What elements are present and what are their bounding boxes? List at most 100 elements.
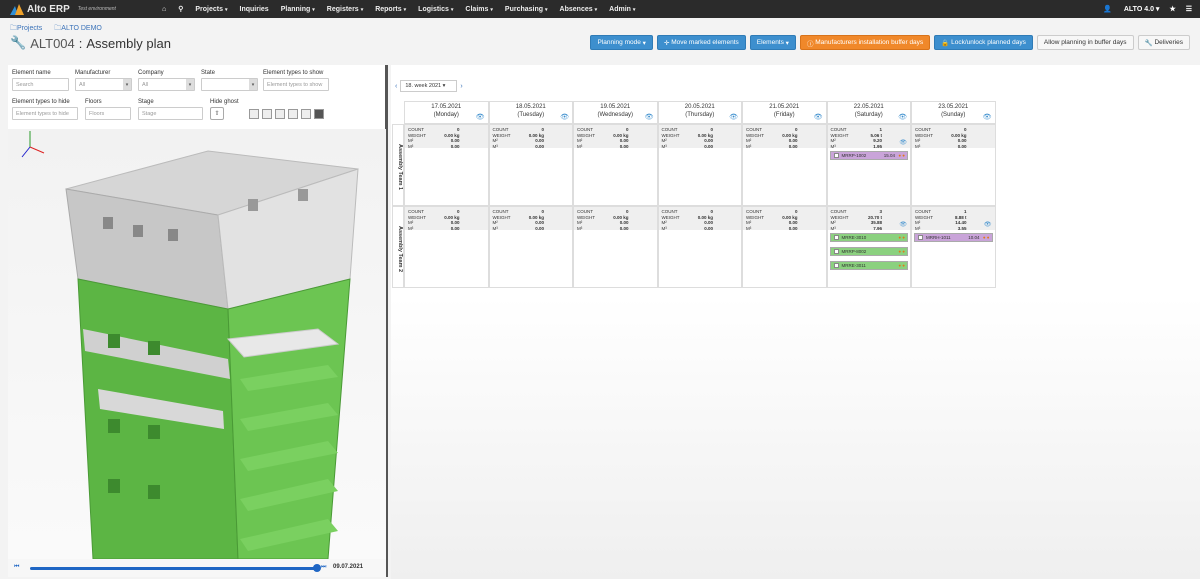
day-cell[interactable]: COUNT 0 WEIGHT 0.00 kg M² 0.00 M³ 0.00 [404, 206, 489, 288]
day-stats: COUNT 0 WEIGHT 0.00 kg M² 0.00 M³ 0.00 [658, 207, 741, 231]
view-back-icon[interactable] [301, 109, 311, 119]
stat-label: M³ [661, 143, 667, 149]
element-chip[interactable]: MRRE-3010 ● ● [829, 233, 908, 242]
search-icon[interactable]: ⚲ [178, 5, 183, 13]
lock-unlock-button[interactable]: 🔒 Lock/unlock planned days [934, 35, 1033, 50]
hide-ghost-toggle[interactable]: ⇧ [210, 107, 224, 120]
day-cell[interactable]: COUNT 0 WEIGHT 0.00 kg M² 0.00 M³ 0.00 [657, 124, 742, 206]
view-left-icon[interactable] [275, 109, 285, 119]
star-icon[interactable]: ★ [1169, 5, 1175, 13]
stage-input[interactable]: Stage [138, 107, 203, 120]
chip-label: MRRP-8002 [841, 249, 867, 254]
day-cell[interactable]: COUNT 0 WEIGHT 0.00 kg M² 0.00 M³ 0.00 [573, 124, 658, 206]
nav-claims[interactable]: Claims ▾ [465, 6, 492, 13]
types-hide-input[interactable]: Element types to hide [12, 107, 78, 120]
stat-label: M³ [746, 225, 752, 231]
eye-icon[interactable]: 👁 [560, 113, 569, 121]
nav-inquiries[interactable]: Inquiries [240, 6, 269, 13]
element-chip[interactable]: MRRH-1011 10.04 ● ● [914, 233, 993, 242]
chip-checkbox[interactable] [833, 263, 839, 268]
floors-input[interactable]: Floors [85, 107, 131, 120]
company-filter: Company All ▾ [138, 70, 195, 91]
day-cell[interactable]: COUNT 0 WEIGHT 0.00 kg M² 0.00 M³ 0.00 [488, 124, 573, 206]
home-icon[interactable]: ⌂ [162, 6, 166, 13]
view-front-icon[interactable] [262, 109, 272, 119]
chip-checkbox[interactable] [918, 235, 923, 240]
chip-checkbox[interactable] [833, 249, 839, 254]
state-select[interactable]: ▾ [201, 78, 258, 91]
day-cell[interactable]: COUNT 1 WEIGHT 8.88 t M² 14.40 M³ 3.55 👁 MRRH-101… [911, 206, 996, 288]
timeline-knob[interactable] [313, 564, 321, 572]
breadcrumb-alto-demo[interactable]: 🗀ALTO DEMO [54, 24, 108, 35]
timeline-player: ⏮ ⏭ 09.07.2021 [8, 559, 386, 577]
element-chip[interactable]: MRRP-8002 ● ● [829, 247, 908, 256]
buffer-days-button[interactable]: ⓘ Manufacturers installation buffer days [799, 35, 931, 50]
lock-icon: 🔒 [941, 39, 950, 47]
day-date: 21.05.2021 [769, 104, 800, 110]
day-cell[interactable]: COUNT 0 WEIGHT 0.00 kg M² 0.00 M³ 0.00 [488, 206, 573, 288]
eye-icon[interactable]: 👁 [983, 113, 992, 121]
day-cell[interactable]: COUNT 0 WEIGHT 0.00 kg M² 0.00 M³ 0.00 [742, 124, 827, 206]
eye-icon[interactable]: 👁 [729, 113, 738, 121]
element-name-input[interactable]: Search [12, 78, 69, 91]
elements-button[interactable]: Elements ▾ [749, 35, 796, 50]
brand[interactable]: Alto ERP Test environment [10, 3, 150, 15]
view-right-icon[interactable] [288, 109, 298, 119]
chevron-down-icon: ▾ [249, 79, 257, 90]
eye-icon[interactable]: 👁 [476, 113, 485, 121]
stat-row: M³ 1.95 [831, 144, 908, 150]
day-cell[interactable]: COUNT 0 WEIGHT 0.00 kg M² 0.00 M³ 0.00 [657, 206, 742, 288]
week-select[interactable]: 18. week 2021 ▾ [400, 80, 458, 92]
chip-status-icon: ● ● [982, 235, 990, 240]
rewind-icon[interactable]: ⏮ [14, 564, 19, 571]
nav-purchasing[interactable]: Purchasing ▾ [505, 6, 548, 13]
eye-icon[interactable]: 👁 [814, 113, 823, 121]
move-marked-elements-button[interactable]: ✛ Move marked elements [656, 35, 746, 50]
nav-reports[interactable]: Reports ▾ [375, 6, 406, 13]
eye-icon[interactable]: 👁 [984, 221, 992, 228]
forward-icon[interactable]: ⏭ [321, 564, 326, 571]
nav-projects[interactable]: Projects ▾ [195, 6, 227, 13]
types-show-input[interactable]: Element types to show [263, 78, 329, 91]
view-bottom-icon[interactable] [314, 109, 324, 119]
day-cell[interactable]: COUNT 3 WEIGHT 20.70 t M² 35.88 M³ 7.96 👁 MRRE-30… [826, 206, 911, 288]
menu-icon[interactable]: ☰ [1186, 5, 1192, 13]
eye-icon[interactable]: 👁 [645, 113, 654, 121]
building-model [21, 131, 359, 559]
eye-icon[interactable]: 👁 [899, 221, 907, 228]
state-filter: State ▾ [201, 70, 258, 91]
day-cell[interactable]: COUNT 0 WEIGHT 0.00 kg M² 0.00 M³ 0.00 [404, 124, 489, 206]
prev-week-icon[interactable]: ‹ [395, 83, 397, 90]
nav-absences[interactable]: Absences ▾ [560, 6, 598, 13]
day-date: 23.05.2021 [938, 104, 969, 110]
deliveries-button[interactable]: 🔧 Deliveries [1137, 35, 1190, 50]
breadcrumb-projects[interactable]: 🗀Projects [10, 24, 48, 35]
day-cell[interactable]: COUNT 0 WEIGHT 0.00 kg M² 0.00 M³ 0.00 [911, 124, 996, 206]
chip-checkbox[interactable] [833, 235, 839, 240]
day-date: 20.05.2021 [684, 104, 715, 110]
nav-admin[interactable]: Admin ▾ [609, 6, 635, 13]
company-select[interactable]: All ▾ [138, 78, 195, 91]
brand-name: Alto ERP [27, 3, 70, 15]
nav-planning[interactable]: Planning ▾ [281, 6, 315, 13]
user-menu[interactable]: 👤 ALTO 4.0 ▾ [1093, 5, 1159, 13]
stat-value: 0.00 [450, 143, 460, 149]
element-chip[interactable]: MRRE-3011 ● ● [829, 261, 908, 270]
next-week-icon[interactable]: › [460, 83, 462, 90]
team-label: Assembly Team 1 [392, 124, 404, 206]
element-chip[interactable]: MRRP-1002 15.04 ● ● [829, 151, 908, 160]
nav-registers[interactable]: Registers ▾ [327, 6, 363, 13]
nav-logistics[interactable]: Logistics ▾ [418, 6, 453, 13]
day-cell[interactable]: COUNT 0 WEIGHT 0.00 kg M² 0.00 M³ 0.00 [742, 206, 827, 288]
day-cell[interactable]: COUNT 0 WEIGHT 0.00 kg M² 0.00 M³ 0.00 [573, 206, 658, 288]
view-top-icon[interactable] [249, 109, 259, 119]
eye-icon[interactable]: 👁 [898, 113, 907, 121]
allow-planning-button[interactable]: Allow planning in buffer days [1036, 35, 1134, 50]
eye-icon[interactable]: 👁 [899, 139, 907, 146]
3d-model-viewer[interactable] [8, 129, 386, 559]
chip-checkbox[interactable] [833, 153, 839, 158]
manufacturer-select[interactable]: All ▾ [75, 78, 132, 91]
day-cell[interactable]: COUNT 1 WEIGHT 5.06 t M² 9.20 M³ 1.95 👁 MRRP-1002… [826, 124, 911, 206]
timeline-slider[interactable] [30, 567, 317, 570]
planning-mode-button[interactable]: Planning mode ▾ [590, 35, 653, 50]
